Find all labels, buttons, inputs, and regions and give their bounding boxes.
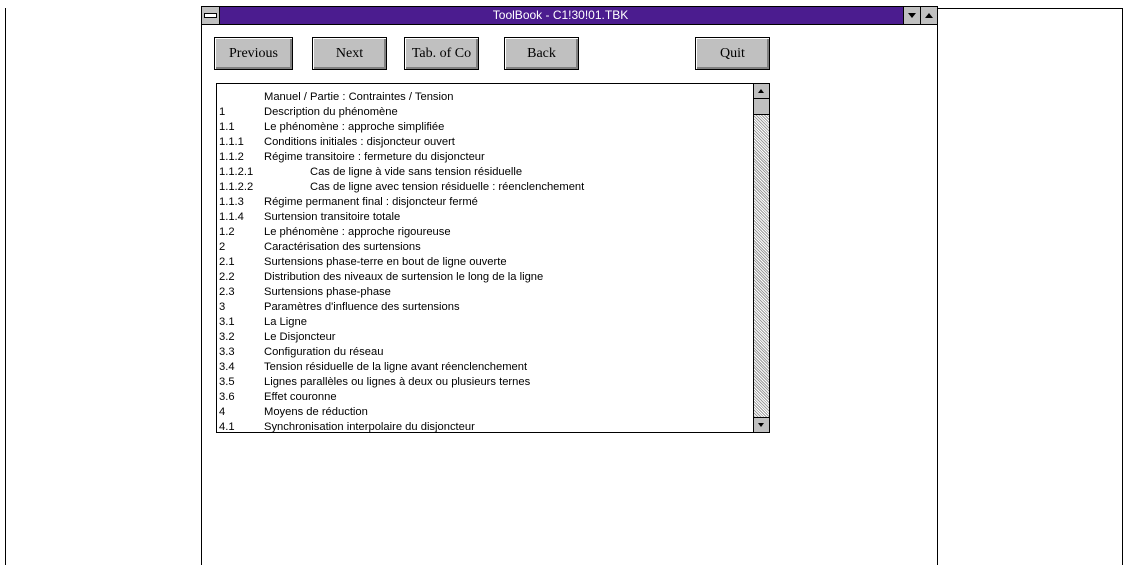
toc-item-text: Description du phénomène: [264, 106, 398, 118]
toc-item-number: 3.5: [219, 376, 235, 388]
scroll-thumb[interactable]: [754, 99, 769, 115]
toc-list-item[interactable]: 4 Moyens de réduction: [217, 405, 753, 420]
toc-item-text: La Ligne: [264, 316, 307, 328]
toc-item-text: Le Disjoncteur: [264, 331, 336, 343]
toc-list-item[interactable]: 4.1 Synchronisation interpolaire du disjo…: [217, 420, 753, 432]
toc-item-text: Surtensions phase-terre en bout de ligne…: [264, 256, 507, 268]
toc-item-number: 3.2: [219, 331, 235, 343]
toc-item-number: 1.1.2.2: [219, 181, 254, 193]
toc-list-item[interactable]: 1.1.2.1 Cas de ligne à vide sans tension …: [217, 165, 753, 180]
vertical-scrollbar[interactable]: [753, 84, 769, 432]
quit-button[interactable]: Quit: [695, 37, 770, 70]
toc-list-item[interactable]: 1.1 Le phénomène : approche simplifiée: [217, 120, 753, 135]
toc-list-item[interactable]: 3.2 Le Disjoncteur: [217, 330, 753, 345]
toc-item-text: Le phénomène : approche rigoureuse: [264, 226, 451, 238]
toc-item-text: Régime permanent final : disjoncteur fer…: [264, 196, 478, 208]
toc-list-item[interactable]: 1.1.2 Régime transitoire : fermeture du d…: [217, 150, 753, 165]
toc-list-item[interactable]: 2.1 Surtensions phase-terre en bout de li…: [217, 255, 753, 270]
next-button[interactable]: Next: [312, 37, 387, 70]
toc-list-item[interactable]: 3.4 Tension résiduelle de la ligne avant …: [217, 360, 753, 375]
toc-item-number: 2: [219, 241, 226, 253]
system-menu-icon[interactable]: [202, 7, 220, 24]
maximize-button[interactable]: [920, 7, 937, 24]
toc-list-item[interactable]: 2.2 Distribution des niveaux de surtensio…: [217, 270, 753, 285]
toolbook-window: ToolBook - C1!30!01.TBK Previous Next Ta…: [201, 6, 938, 565]
toc-item-number: 1.1.2: [219, 151, 244, 163]
scroll-up-arrow-icon: [758, 88, 764, 93]
toc-item-number: 2.2: [219, 271, 235, 283]
toc-item-number: 3: [219, 301, 226, 313]
toc-list-item[interactable]: 2 Caractérisation des surtensions: [217, 240, 753, 255]
toc-item-number: 2.1: [219, 256, 235, 268]
toc-list-item[interactable]: Manuel / Partie : Contraintes / Tension: [217, 90, 753, 105]
toc-listbox[interactable]: Manuel / Partie : Contraintes / Tension 1…: [216, 83, 770, 433]
scroll-up-button[interactable]: [754, 84, 769, 99]
right-frame-line: [1122, 8, 1123, 565]
toc-item-text: Cas de ligne avec tension résiduelle : r…: [310, 181, 585, 193]
toc-item-text: Distribution des niveaux de surtension l…: [264, 271, 544, 283]
toc-list-item[interactable]: 3.3 Configuration du réseau: [217, 345, 753, 360]
toc-list-item[interactable]: 1.1.4 Surtension transitoire totale: [217, 210, 753, 225]
toc-list-item[interactable]: 1.1.3 Régime permanent final : disjoncteu…: [217, 195, 753, 210]
toc-item-text: Effet couronne: [264, 391, 337, 403]
toc-item-number: 3.3: [219, 346, 235, 358]
table-of-contents-button[interactable]: Tab. of Co: [404, 37, 479, 70]
toc-item-text: Configuration du réseau: [264, 346, 384, 358]
toc-item-text: Surtensions phase-phase: [264, 286, 391, 298]
toc-item-number: 3.6: [219, 391, 235, 403]
toc-item-text: Le phénomène : approche simplifiée: [264, 121, 445, 133]
title-bar[interactable]: ToolBook - C1!30!01.TBK: [202, 7, 937, 25]
toc-list-item[interactable]: 3.6 Effet couronne: [217, 390, 753, 405]
scroll-down-button[interactable]: [754, 417, 769, 432]
toc-item-text: Paramètres d'influence des surtensions: [264, 301, 460, 313]
toc-item-text: Lignes parallèles ou lignes à deux ou pl…: [264, 376, 531, 388]
toc-item-text: Synchronisation interpolaire du disjonct…: [264, 421, 475, 432]
toc-list-item[interactable]: 3 Paramètres d'influence des surtensions: [217, 300, 753, 315]
toc-item-number: 3.4: [219, 361, 235, 373]
toc-list-item[interactable]: 1.1.2.2 Cas de ligne avec tension résidue…: [217, 180, 753, 195]
toc-item-number: 1.1: [219, 121, 235, 133]
toc-item-text: Cas de ligne à vide sans tension résidue…: [310, 166, 523, 178]
toc-item-text: Moyens de réduction: [264, 406, 368, 418]
minimize-button[interactable]: [903, 7, 920, 24]
toc-list-item[interactable]: 1.2 Le phénomène : approche rigoureuse: [217, 225, 753, 240]
toc-item-number: 2.3: [219, 286, 235, 298]
previous-button[interactable]: Previous: [214, 37, 293, 70]
toc-item-number: 1.1.3: [219, 196, 244, 208]
toc-item-number: 1: [219, 106, 226, 118]
toc-item-text: Régime transitoire : fermeture du disjon…: [264, 151, 485, 163]
toc-item-text: Conditions initiales : disjoncteur ouver…: [264, 136, 455, 148]
toc-list[interactable]: Manuel / Partie : Contraintes / Tension 1…: [217, 90, 753, 432]
toc-item-text: Surtension transitoire totale: [264, 211, 401, 223]
minimize-icon: [907, 12, 916, 18]
toc-item-number: 4.1: [219, 421, 235, 432]
toc-item-number: 1.1.1: [219, 136, 244, 148]
back-button[interactable]: Back: [504, 37, 579, 70]
window-title: ToolBook - C1!30!01.TBK: [492, 8, 629, 22]
toc-item-text: Tension résiduelle de la ligne avant rée…: [264, 361, 528, 373]
toc-item-number: 4: [219, 406, 226, 418]
top-frame-line: [938, 8, 1123, 9]
toc-item-number: 1.2: [219, 226, 235, 238]
toc-item-number: 3.1: [219, 316, 235, 328]
toc-list-item[interactable]: 1.1.1 Conditions initiales : disjoncteur …: [217, 135, 753, 150]
toc-item-text: Manuel / Partie : Contraintes / Tension: [264, 91, 454, 103]
scroll-down-arrow-icon: [758, 422, 764, 427]
toc-list-item[interactable]: 3.1 La Ligne: [217, 315, 753, 330]
toc-list-item[interactable]: 3.5 Lignes parallèles ou lignes à deux ou…: [217, 375, 753, 390]
toc-item-number: 1.1.2.1: [219, 166, 254, 178]
toc-item-text: Caractérisation des surtensions: [264, 241, 421, 253]
left-frame-line: [5, 8, 6, 565]
maximize-icon: [924, 12, 933, 18]
toc-list-item[interactable]: 1 Description du phénomène: [217, 105, 753, 120]
toc-list-item[interactable]: 2.3 Surtensions phase-phase: [217, 285, 753, 300]
toc-item-number: 1.1.4: [219, 211, 244, 223]
